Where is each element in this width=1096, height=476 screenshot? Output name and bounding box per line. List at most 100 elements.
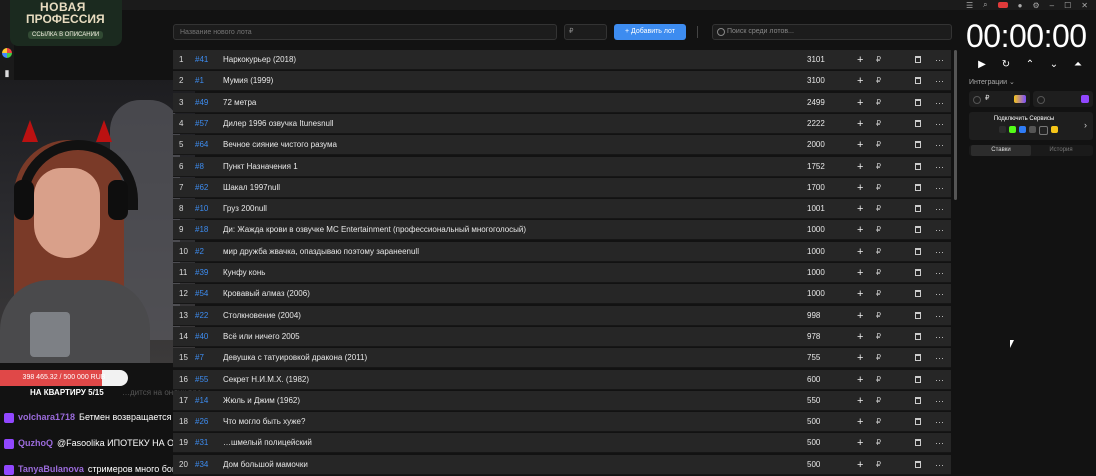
lot-amount[interactable]: 600 [807, 370, 820, 390]
close-icon[interactable]: ✕ [1081, 1, 1088, 10]
app-icon[interactable] [2, 48, 12, 58]
currency-icon[interactable]: ₽ [876, 306, 881, 326]
more-icon[interactable]: ··· [935, 50, 944, 70]
lot-amount[interactable]: 755 [807, 348, 820, 368]
add-amount-icon[interactable]: + [857, 433, 863, 453]
lot-name[interactable]: Шакал 1997null [223, 178, 280, 198]
lot-name[interactable]: Девушка с татуировкой дракона (2011) [223, 348, 367, 368]
currency-icon[interactable]: ₽ [876, 93, 881, 113]
add-amount-icon[interactable]: + [857, 220, 863, 240]
lot-name[interactable]: …шмелый полицейский [223, 433, 312, 453]
lot-search-input[interactable]: Поиск среди лотов... [712, 24, 952, 40]
lot-name[interactable]: Ди: Жажда крови в озвучке MC Entertainme… [223, 220, 526, 240]
more-icon[interactable]: ··· [935, 433, 944, 453]
lot-row[interactable]: 10 #2 мир дружба жвачка, опаздываю поэтому… [173, 241, 951, 262]
trash-icon[interactable] [915, 418, 921, 426]
lot-name[interactable]: Кровавый алмаз (2006) [223, 284, 310, 304]
lot-name[interactable]: Пункт Назначения 1 [223, 157, 298, 177]
integration-toggle-1[interactable]: ₽ [969, 91, 1030, 107]
trash-icon[interactable] [915, 56, 921, 63]
add-amount-icon[interactable]: + [857, 71, 863, 91]
lot-row[interactable]: 14 #40 Всё или ничего 2005 978 + ₽ ··· [173, 326, 951, 347]
lot-name[interactable]: Груз 200null [223, 199, 267, 219]
lot-row[interactable]: 5 #64 Вечное сияние чистого разума 2000 + ₽ ··… [173, 135, 951, 156]
lot-row[interactable]: 12 #54 Кровавый алмаз (2006) 1000 + ₽ ··· [173, 284, 951, 305]
more-icon[interactable]: ··· [935, 93, 944, 113]
currency-icon[interactable]: ₽ [876, 433, 881, 453]
add-lot-button[interactable]: + Добавить лот [614, 24, 686, 40]
lot-amount[interactable]: 1000 [807, 220, 825, 240]
add-amount-icon[interactable]: + [857, 412, 863, 432]
lot-row[interactable]: 16 #55 Секрет Н.И.М.Х. (1982) 600 + ₽ ··· [173, 369, 951, 390]
lot-row[interactable]: 20 #34 Дом большой мамочки 500 + ₽ ··· [173, 454, 951, 475]
lot-row[interactable]: 9 #18 Ди: Жажда крови в озвучке MC Enterta… [173, 220, 951, 241]
more-icon[interactable]: ··· [935, 412, 944, 432]
trash-icon[interactable] [915, 162, 921, 170]
integration-toggle-2[interactable] [1033, 91, 1093, 107]
lot-amount[interactable]: 550 [807, 391, 820, 411]
add-amount-icon[interactable]: + [857, 50, 863, 70]
trash-icon[interactable] [915, 247, 921, 255]
trash-icon[interactable] [915, 205, 921, 213]
settings-icon[interactable]: ⚙ [1033, 1, 1040, 10]
more-icon[interactable]: ··· [935, 242, 944, 262]
lot-row[interactable]: 4 #57 Дилер 1996 озвучка Itunesnull 2222 + ₽ ·… [173, 113, 951, 134]
trash-icon[interactable] [915, 226, 921, 234]
lot-name[interactable]: Мумия (1999) [223, 71, 273, 91]
add-amount-icon[interactable]: + [857, 199, 863, 219]
lot-row[interactable]: 1 #41 Наркокурьер (2018) 3101 + ₽ ··· [173, 50, 951, 70]
lot-name[interactable]: мир дружба жвачка, опаздываю поэтому зар… [223, 242, 419, 262]
add-amount-icon[interactable]: + [857, 391, 863, 411]
more-icon[interactable]: ··· [935, 199, 944, 219]
add-amount-icon[interactable]: + [857, 242, 863, 262]
trash-icon[interactable] [915, 119, 921, 127]
add-amount-icon[interactable]: + [857, 263, 863, 283]
new-lot-price-input[interactable]: ₽ [564, 24, 607, 40]
lot-amount[interactable]: 2000 [807, 135, 825, 155]
trash-icon[interactable] [915, 77, 921, 85]
currency-icon[interactable]: ₽ [876, 135, 881, 155]
more-icon[interactable]: ··· [935, 114, 944, 134]
lot-row[interactable]: 2 #1 Мумия (1999) 3100 + ₽ ··· [173, 71, 951, 92]
lot-row[interactable]: 6 #8 Пункт Назначения 1 1752 + ₽ ··· [173, 156, 951, 177]
trash-icon[interactable] [915, 332, 921, 340]
lot-amount[interactable]: 1000 [807, 242, 825, 262]
currency-icon[interactable]: ₽ [876, 242, 881, 262]
stats-icon[interactable]: ▮ [2, 68, 12, 78]
tab-history[interactable]: История [1031, 145, 1091, 156]
lot-row[interactable]: 7 #62 Шакал 1997null 1700 + ₽ ··· [173, 177, 951, 198]
lot-amount[interactable]: 2499 [807, 93, 825, 113]
lot-name[interactable]: Жюль и Джим (1962) [223, 391, 300, 411]
currency-icon[interactable]: ₽ [876, 178, 881, 198]
more-icon[interactable]: ··· [935, 306, 944, 326]
add-amount-icon[interactable]: + [857, 178, 863, 198]
lot-amount[interactable]: 2222 [807, 114, 825, 134]
trash-icon[interactable] [915, 183, 921, 191]
more-icon[interactable]: ··· [935, 135, 944, 155]
lot-amount[interactable]: 1000 [807, 284, 825, 304]
lot-name[interactable]: Наркокурьер (2018) [223, 50, 296, 70]
new-lot-name-input[interactable] [173, 24, 557, 40]
minimize-icon[interactable]: – [1050, 1, 1054, 10]
currency-icon[interactable]: ₽ [876, 327, 881, 347]
currency-icon[interactable]: ₽ [876, 284, 881, 304]
lot-amount[interactable]: 1752 [807, 157, 825, 177]
add-amount-icon[interactable]: + [857, 348, 863, 368]
lot-row[interactable]: 18 #26 Что могло быть хуже? 500 + ₽ ··· [173, 412, 951, 433]
trash-icon[interactable] [915, 375, 921, 383]
add-amount-icon[interactable]: + [857, 284, 863, 304]
menu-icon[interactable]: ☰ [966, 1, 973, 10]
tab-bids[interactable]: Ставки [971, 145, 1031, 156]
lot-name[interactable]: Секрет Н.И.М.Х. (1982) [223, 370, 309, 390]
lot-row[interactable]: 13 #22 Столкновение (2004) 998 + ₽ ··· [173, 305, 951, 326]
lot-name[interactable]: Столкновение (2004) [223, 306, 301, 326]
chevron-down-icon[interactable]: ⌄ [1048, 59, 1060, 71]
lot-amount[interactable]: 3101 [807, 50, 825, 70]
currency-icon[interactable]: ₽ [876, 50, 881, 70]
record-icon[interactable] [997, 2, 1008, 8]
more-icon[interactable]: ··· [935, 327, 944, 347]
lot-amount[interactable]: 1001 [807, 199, 825, 219]
lot-amount[interactable]: 500 [807, 433, 820, 453]
lot-amount[interactable]: 500 [807, 455, 820, 475]
currency-icon[interactable]: ₽ [876, 348, 881, 368]
